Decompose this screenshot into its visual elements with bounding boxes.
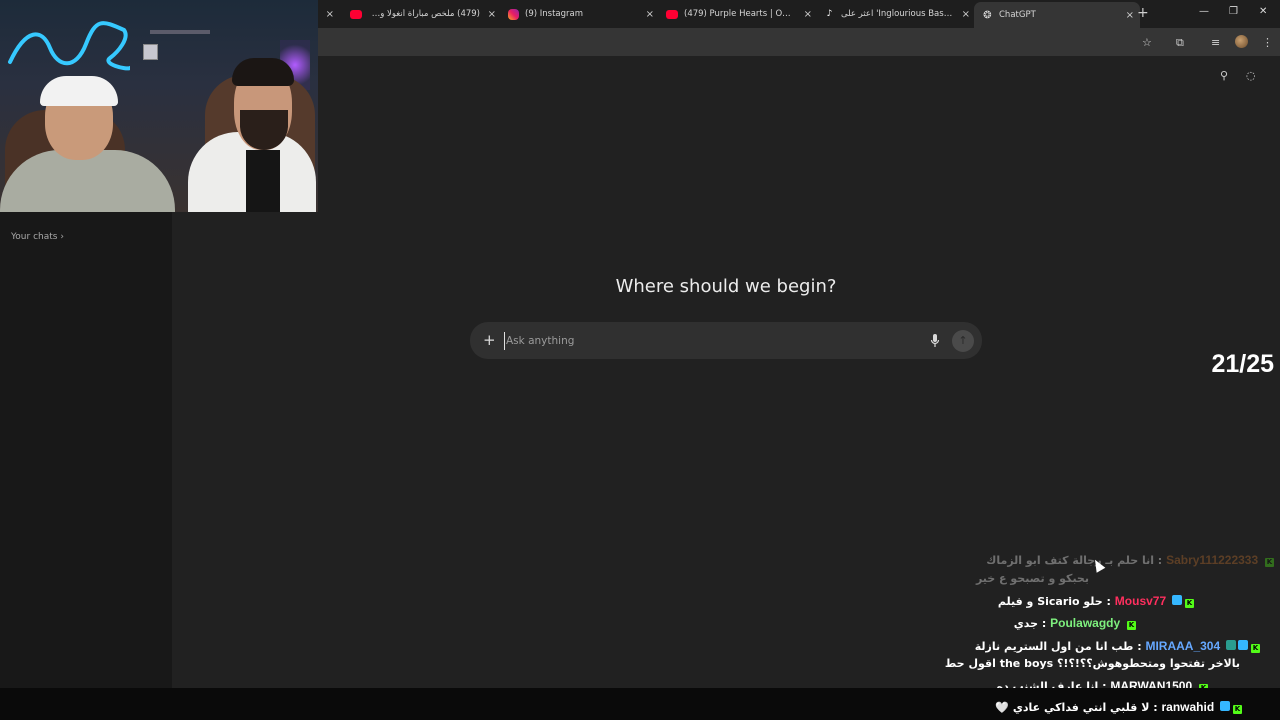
gift-badge-icon — [1226, 640, 1236, 650]
chat-message: K Sabry111222333 : انا حلم بـ رجالة كتف … — [986, 553, 1274, 567]
window-close-button[interactable]: ✕ — [1259, 6, 1267, 17]
star-icon[interactable]: ☆ — [1142, 36, 1152, 49]
tab-youtube-match[interactable]: (479) ملخص مباراة أنغولا ومصر × — [344, 2, 502, 26]
chat-text: : جدي — [1013, 617, 1047, 630]
address-bar — [318, 28, 1280, 56]
kick-badge-icon: K — [1185, 599, 1194, 608]
profile-avatar[interactable] — [1235, 35, 1248, 48]
microphone-icon[interactable] — [930, 333, 940, 349]
close-icon[interactable]: × — [962, 9, 970, 20]
youtube-icon — [350, 9, 362, 19]
shelf-decor — [150, 30, 210, 34]
send-button[interactable]: ↑ — [952, 330, 974, 352]
share-user-icon[interactable]: ⚲ — [1220, 69, 1228, 82]
kick-badge-icon: K — [1251, 644, 1260, 653]
kick-badge-icon: K — [1265, 558, 1274, 567]
chat-message: K ranwahid : لا قلبي انتي فداكي عادي 🤍 — [995, 700, 1242, 714]
sidebar — [0, 212, 172, 688]
sub-badge-icon — [1172, 595, 1182, 605]
page-title: Where should we begin? — [615, 276, 837, 297]
kick-badge-icon: K — [1127, 621, 1136, 630]
tab-chatgpt[interactable]: ❂ ChatGPT × — [974, 2, 1140, 28]
chat-text: : لا قلبي انتي فداكي عادي 🤍 — [995, 701, 1158, 714]
more-menu-icon[interactable]: ⋮ — [1262, 36, 1273, 49]
progress-counter: 21/25 — [1211, 350, 1274, 378]
chat-username: ranwahid — [1161, 700, 1215, 714]
restore-button[interactable]: ❐ — [1229, 6, 1238, 17]
chat-username: Sabry111222333 — [1166, 553, 1259, 567]
wall-frame-decor — [143, 44, 158, 60]
chatgpt-icon: ❂ — [983, 9, 992, 21]
streamer-right-hair — [232, 58, 294, 86]
chat-username: Poulawagdy — [1050, 616, 1121, 630]
tab-close-button[interactable]: × — [320, 2, 338, 26]
tab-tiktok[interactable]: ♪ اعثر على 'Inglourious Basterd' × — [818, 2, 976, 26]
chat-username: MIRAAA_304 — [1145, 639, 1221, 653]
chat-text: : انا حلم بـ رجالة كتف ابو الزماك — [986, 554, 1163, 567]
close-icon[interactable]: × — [646, 9, 654, 20]
tiktok-icon: ♪ — [826, 9, 833, 19]
youtube-icon — [666, 9, 678, 19]
chat-username: Mousv77 — [1114, 594, 1167, 608]
your-chats-link[interactable]: Your chats › — [11, 232, 64, 242]
sub-badge-icon — [1220, 701, 1230, 711]
instagram-icon — [508, 8, 519, 20]
chat-message: K Mousv77 : حلو Sicario و فيلم — [998, 594, 1194, 608]
new-tab-button[interactable]: + — [1137, 5, 1149, 21]
neon-light-decor — [8, 21, 130, 71]
kick-badge-icon: K — [1233, 705, 1242, 714]
tab-instagram[interactable]: (9) Instagram × — [502, 2, 660, 26]
streamer-left-cap — [40, 76, 118, 106]
streamer-right-shirt — [246, 150, 280, 212]
webcam-overlay — [0, 0, 318, 212]
chat-continuation: بحبكو و تصبحو ع خير — [975, 572, 1089, 585]
sub-badge-icon — [1238, 640, 1248, 650]
ask-input[interactable] — [504, 332, 916, 350]
chat-message: K Poulawagdy : جدي — [1014, 616, 1136, 630]
close-icon[interactable]: × — [804, 9, 812, 20]
extensions-icon[interactable]: ⧉ — [1176, 36, 1184, 50]
media-control-icon[interactable]: ≡ — [1211, 36, 1220, 49]
tab-youtube-purple-hearts[interactable]: (479) Purple Hearts | Official Tra × — [660, 2, 818, 26]
chat-text: : حلو Sicario و فيلم — [997, 595, 1111, 608]
temporary-chat-icon[interactable]: ◌ — [1246, 69, 1256, 82]
chat-message: K MIRAAA_304 : طب انا من اول الستريم ناز… — [975, 639, 1260, 653]
chat-continuation: بالاخر تفتحوا ومتحطوهوش؟؟!؟!؟ the boys ا… — [944, 657, 1240, 670]
close-icon[interactable]: × — [1126, 10, 1134, 21]
minimize-button[interactable]: — — [1199, 6, 1209, 17]
plus-icon[interactable]: + — [483, 332, 496, 348]
close-icon[interactable]: × — [488, 9, 496, 20]
chat-text: : طب انا من اول الستريم نازلة — [974, 640, 1142, 653]
